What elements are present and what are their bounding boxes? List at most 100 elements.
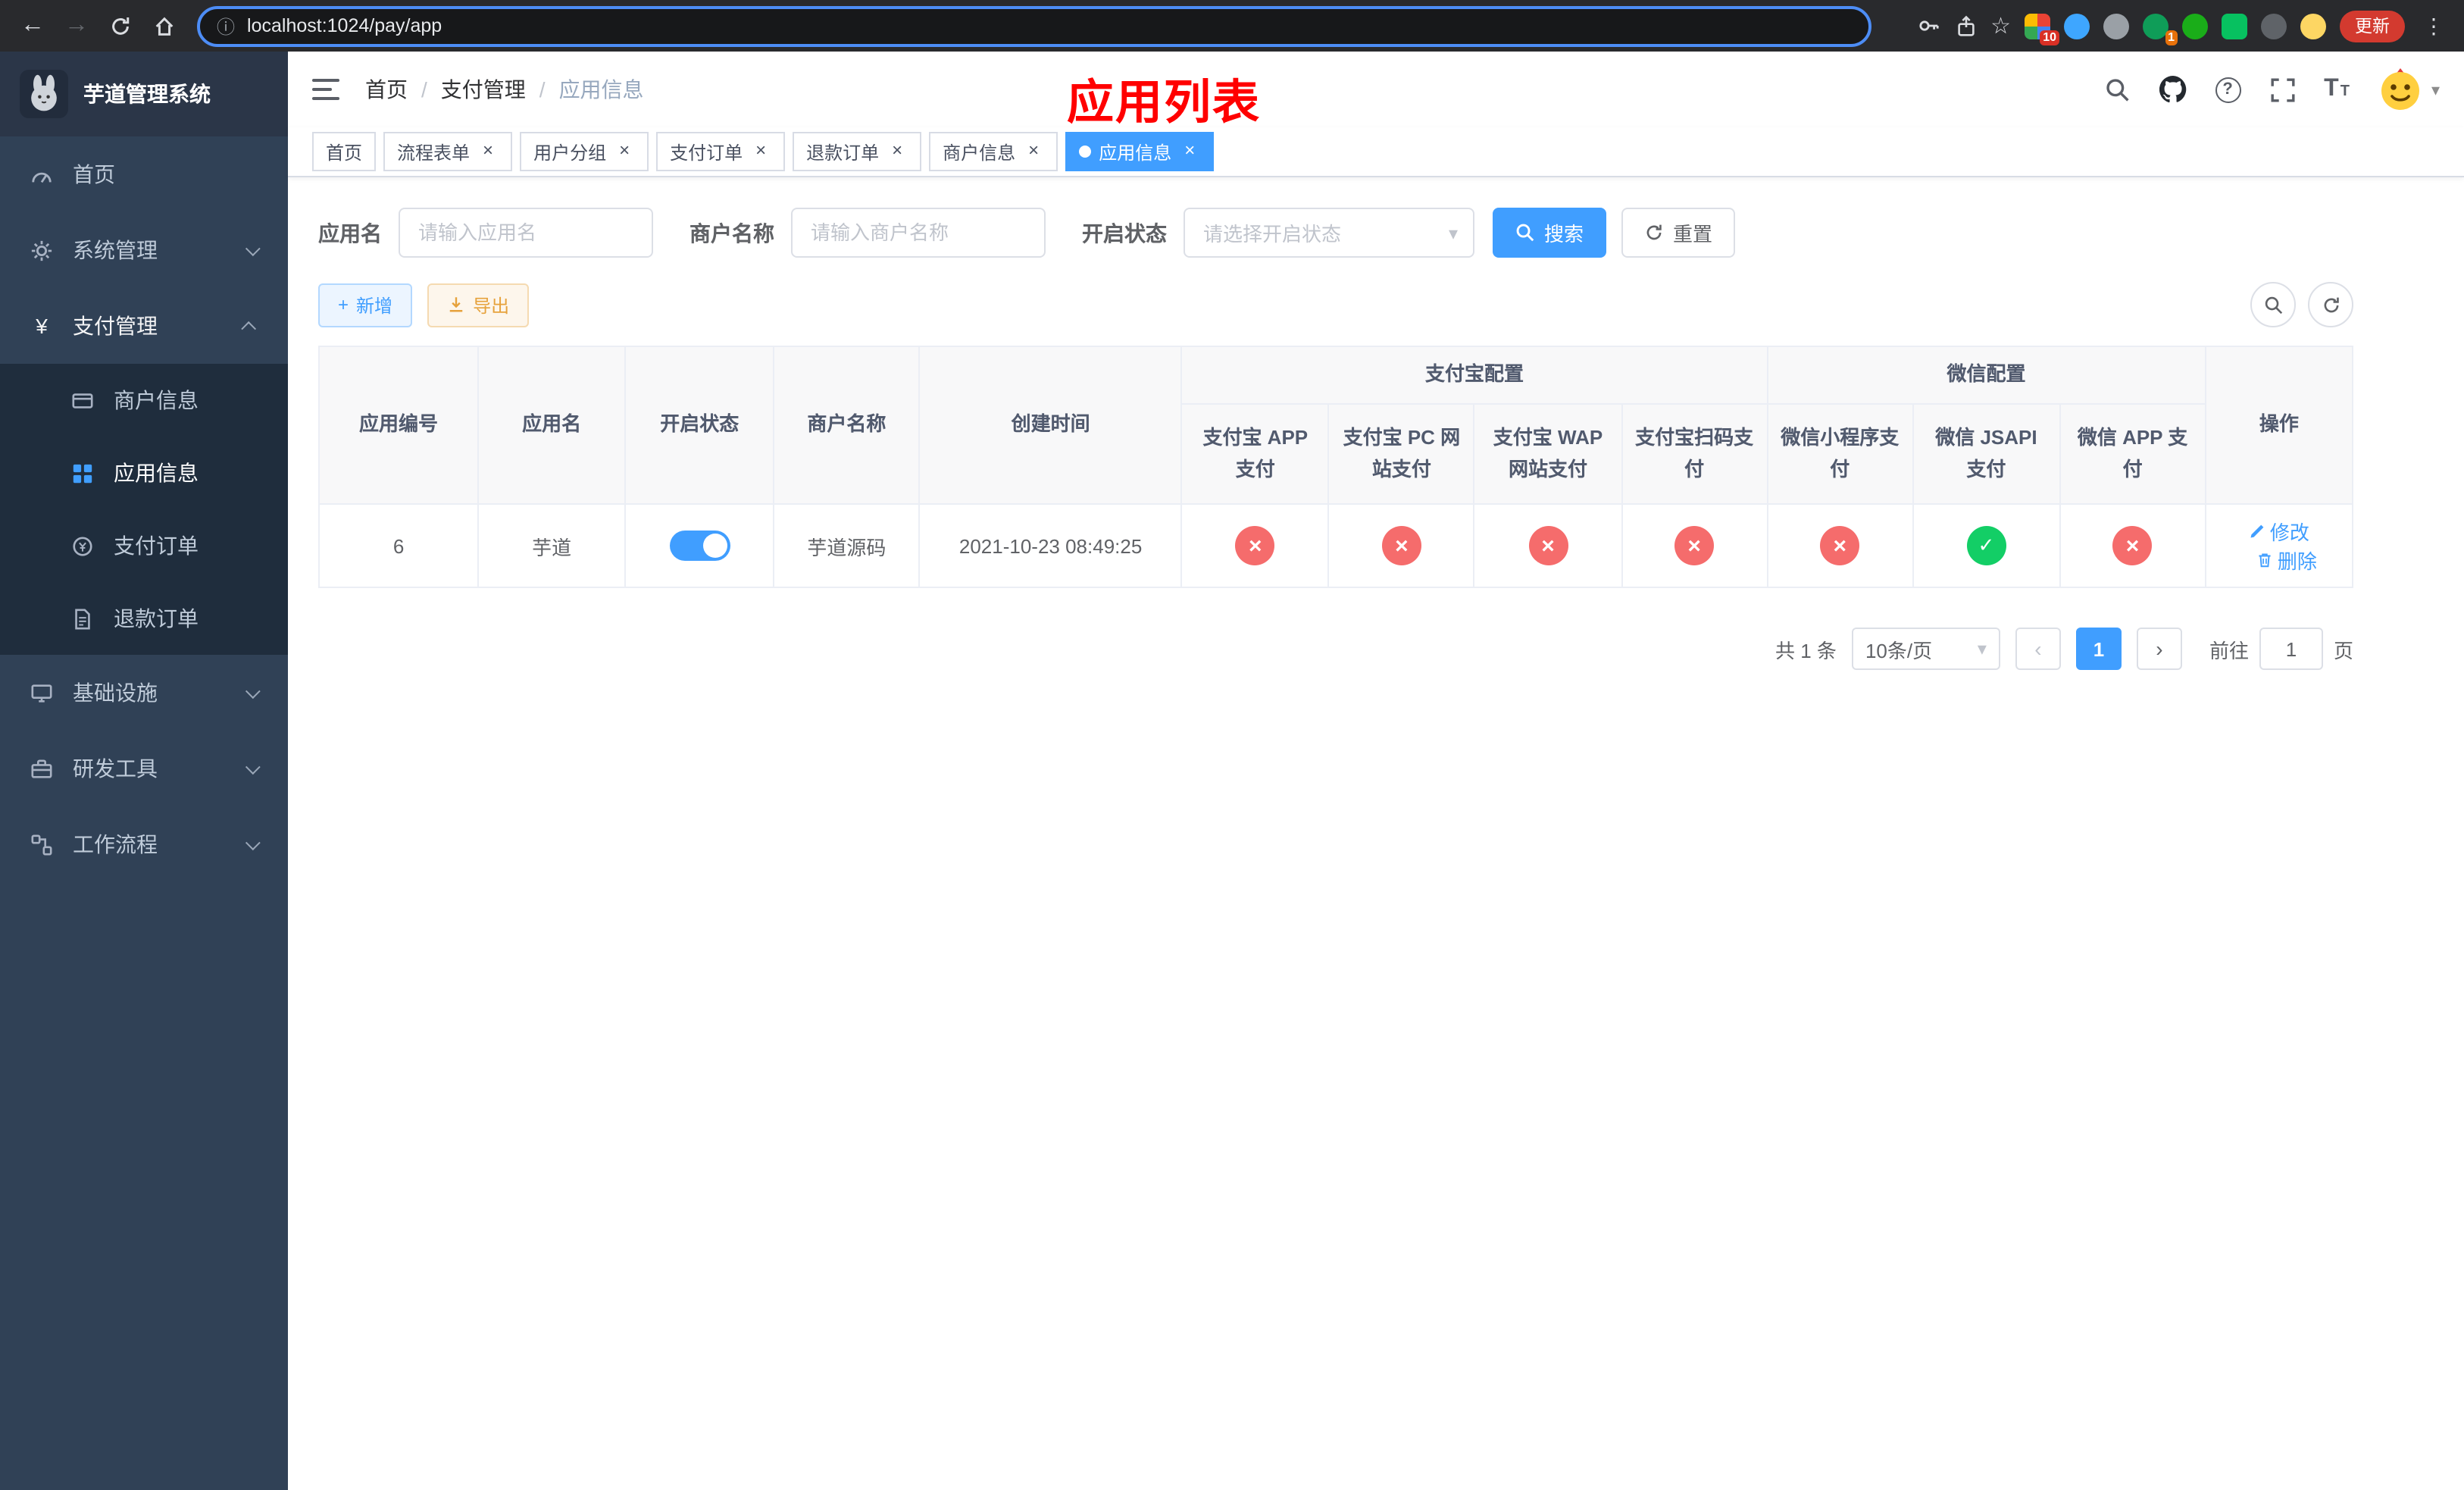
cell-wx-app xyxy=(2059,503,2206,588)
active-dot-icon xyxy=(1079,146,1092,158)
sidebar-item-label: 商户信息 xyxy=(114,388,199,412)
alipay-pc-status-icon xyxy=(1381,526,1421,565)
refresh-table-button[interactable] xyxy=(2308,282,2353,327)
close-icon[interactable]: × xyxy=(886,140,908,162)
tab-user-group[interactable]: 用户分组 × xyxy=(520,132,649,171)
home-icon[interactable] xyxy=(144,5,185,46)
sidebar-item-home[interactable]: 首页 xyxy=(0,136,288,212)
close-icon[interactable]: × xyxy=(750,140,771,162)
font-size-icon[interactable]: TT xyxy=(2324,77,2350,101)
close-icon[interactable]: × xyxy=(477,140,499,162)
alipay-qr-status-icon xyxy=(1674,526,1715,565)
sidebar-item-workflow[interactable]: 工作流程 xyxy=(0,806,288,882)
extension-wechat-icon[interactable] xyxy=(2182,13,2208,39)
sidebar-item-app-info[interactable]: 应用信息 xyxy=(0,437,288,509)
reset-button[interactable]: 重置 xyxy=(1621,208,1736,258)
user-avatar[interactable]: ▾ xyxy=(2378,67,2440,112)
next-page-button[interactable]: › xyxy=(2136,628,2182,670)
close-icon[interactable]: × xyxy=(1179,140,1200,162)
sidebar-item-payment[interactable]: ¥ 支付管理 xyxy=(0,288,288,364)
tab-refund-orders[interactable]: 退款订单 × xyxy=(793,132,922,171)
delete-button[interactable]: 删除 xyxy=(2256,546,2317,574)
back-icon[interactable]: ← xyxy=(12,5,53,46)
extension-badge: 10 xyxy=(2040,30,2059,45)
sidebar-item-devtools[interactable]: 研发工具 xyxy=(0,731,288,806)
tab-home[interactable]: 首页 xyxy=(312,132,377,171)
sidebar-item-pay-orders[interactable]: 支付订单 xyxy=(0,509,288,582)
status-toggle[interactable] xyxy=(669,531,730,561)
prev-page-button[interactable]: ‹ xyxy=(2015,628,2061,670)
toggle-search-button[interactable] xyxy=(2250,282,2296,327)
refresh-icon xyxy=(2323,296,2338,312)
site-info-icon[interactable]: ⓘ xyxy=(217,13,235,39)
breadcrumb-separator: / xyxy=(539,77,546,102)
help-icon[interactable]: ? xyxy=(2215,77,2241,102)
close-icon[interactable]: × xyxy=(1023,140,1044,162)
extension-puzzle-icon[interactable] xyxy=(2261,13,2287,39)
close-icon[interactable]: × xyxy=(614,140,635,162)
cell-alipay-wap xyxy=(1473,503,1623,588)
add-button[interactable]: + 新增 xyxy=(318,283,413,327)
cell-status xyxy=(624,503,775,588)
app-name-input[interactable] xyxy=(399,208,653,258)
merchant-name-input[interactable] xyxy=(791,208,1046,258)
sidebar-item-merchant-info[interactable]: 商户信息 xyxy=(0,364,288,437)
col-app-name: 应用名 xyxy=(477,346,627,505)
edit-button[interactable]: 修改 xyxy=(2249,517,2309,546)
extension-emoji-icon[interactable] xyxy=(2300,13,2326,39)
avatar-emoji-icon xyxy=(2381,68,2420,110)
export-button[interactable]: 导出 xyxy=(427,283,530,327)
bookmark-star-icon[interactable]: ☆ xyxy=(1990,12,2011,39)
breadcrumb-item[interactable]: 支付管理 xyxy=(441,74,526,105)
fullscreen-icon[interactable] xyxy=(2269,77,2295,102)
search-icon[interactable] xyxy=(2104,77,2130,102)
tab-pay-orders[interactable]: 支付订单 × xyxy=(656,132,786,171)
col-status: 开启状态 xyxy=(624,346,775,505)
chrome-update-button[interactable]: 更新 xyxy=(2340,10,2405,42)
reload-icon[interactable] xyxy=(100,5,141,46)
tab-process-form[interactable]: 流程表单 × xyxy=(383,132,513,171)
search-button[interactable]: 搜索 xyxy=(1493,208,1607,258)
breadcrumb-current: 应用信息 xyxy=(558,77,644,102)
tab-merchant-info[interactable]: 商户信息 × xyxy=(929,132,1058,171)
sidebar-item-label: 首页 xyxy=(73,162,115,186)
col-merchant: 商户名称 xyxy=(773,346,921,505)
extension-avatar-icon[interactable]: 1 xyxy=(2143,13,2178,45)
share-icon[interactable] xyxy=(1954,14,1977,37)
sidebar-item-infra[interactable]: 基础设施 xyxy=(0,655,288,731)
extension-blue-icon[interactable] xyxy=(2064,13,2090,39)
cell-app-id: 6 xyxy=(317,503,480,588)
sidebar-item-refund-orders[interactable]: 退款订单 xyxy=(0,582,288,655)
sidebar-item-system[interactable]: 系统管理 xyxy=(0,212,288,288)
extension-chat-icon[interactable] xyxy=(2222,13,2247,39)
alipay-wap-status-icon xyxy=(1528,526,1568,565)
password-key-icon[interactable] xyxy=(1916,14,1940,38)
goto-page-input[interactable] xyxy=(2259,628,2323,670)
order-circle-icon xyxy=(70,534,95,557)
goto-suffix: 页 xyxy=(2333,639,2353,662)
col-wx-jsapi: 微信 JSAPI 支付 xyxy=(1912,403,2061,505)
document-icon xyxy=(70,607,95,630)
address-bar[interactable]: ⓘ localhost:1024/pay/app xyxy=(197,5,1871,46)
page-1-button[interactable]: 1 xyxy=(2075,628,2122,670)
total-count: 共 1 条 xyxy=(1775,639,1837,662)
breadcrumb-item[interactable]: 首页 xyxy=(365,74,408,105)
alipay-app-status-icon xyxy=(1235,526,1275,565)
tab-app-info[interactable]: 应用信息 × xyxy=(1065,132,1215,171)
cell-wx-mini xyxy=(1766,503,1914,588)
page-size-select[interactable]: 10条/页 ▾ xyxy=(1851,628,2000,670)
status-select[interactable]: 请选择开启状态 ▾ xyxy=(1184,208,1474,258)
extension-gray-icon[interactable] xyxy=(2103,13,2129,39)
browser-menu-icon[interactable]: ⋮ xyxy=(2419,13,2449,39)
hamburger-icon[interactable] xyxy=(312,79,339,100)
main-area: 应用列表 首页 / 支付管理 / 应用信息 ? T T ▾ 首页 流程表单 × … xyxy=(288,52,2464,1490)
extension-grid-icon[interactable]: 10 xyxy=(2025,13,2059,45)
forward-icon[interactable]: → xyxy=(56,5,97,46)
chevron-down-icon xyxy=(245,759,261,775)
app-logo[interactable]: 芋道管理系统 xyxy=(0,52,288,136)
github-icon[interactable] xyxy=(2159,76,2186,103)
cell-alipay-pc xyxy=(1327,503,1475,588)
table-toolbar: + 新增 导出 xyxy=(318,282,2353,327)
cell-actions: 修改 删除 xyxy=(2204,503,2354,588)
screen: ← → ⓘ localhost:1024/pay/app ☆ 10 1 更新 ⋮… xyxy=(0,0,2464,1490)
